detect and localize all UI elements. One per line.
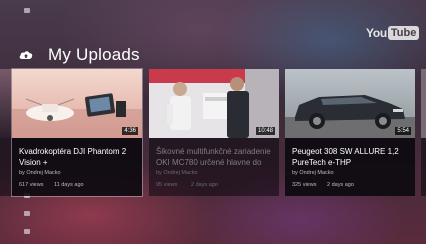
video-title: Kvadrokoptéra DJI Phantom 2 Vision +	[19, 147, 127, 167]
video-thumbnail	[421, 69, 426, 138]
video-thumbnail: 4:36	[12, 69, 142, 138]
youtube-tv-screen: My Uploads You Tube 4:36 Kvadrokoptéra D…	[0, 0, 426, 244]
section-title: My Uploads	[48, 45, 140, 64]
video-thumbnail	[0, 69, 12, 138]
logo-you: You	[366, 25, 387, 40]
video-views: 325 views	[292, 182, 317, 188]
menu-icon[interactable]	[24, 211, 30, 216]
video-channel: by Ondrej Macko	[156, 170, 198, 176]
video-duration: 4:36	[122, 127, 138, 135]
video-card-partial-right[interactable]	[421, 69, 426, 196]
video-thumbnail: 10:48	[149, 69, 279, 138]
video-views: 617 views	[19, 182, 44, 188]
video-card[interactable]: 10:48 Šikovné multifunkčné zariadenie OK…	[149, 69, 279, 196]
video-card-partial-left[interactable]	[0, 69, 12, 196]
video-card[interactable]: 4:36 Kvadrokoptéra DJI Phantom 2 Vision …	[11, 68, 143, 197]
video-title: Peugeot 308 SW ALLURE 1,2 PureTech e-THP	[292, 147, 399, 167]
menu-icon[interactable]	[24, 229, 30, 234]
video-row: 4:36 Kvadrokoptéra DJI Phantom 2 Vision …	[0, 68, 426, 197]
video-views: 95 views	[156, 182, 178, 188]
video-age: 11 days ago	[54, 182, 84, 188]
video-channel: by Ondrej Macko	[19, 170, 61, 176]
upload-cloud-icon	[19, 51, 33, 59]
home-icon[interactable]	[24, 8, 30, 13]
youtube-logo: You Tube	[366, 24, 420, 41]
video-age: 2 days ago	[327, 182, 354, 188]
video-age: 2 days ago	[191, 182, 218, 188]
video-card[interactable]: 5:54 Peugeot 308 SW ALLURE 1,2 PureTech …	[285, 69, 415, 196]
video-channel: by Ondrej Macko	[292, 170, 334, 176]
section-header: My Uploads	[18, 44, 140, 66]
video-duration: 10:48	[255, 127, 275, 135]
video-thumbnail: 5:54	[285, 69, 415, 138]
video-duration: 5:54	[395, 127, 411, 135]
video-title: Šikovné multifunkčné zariadenie OKI MC78…	[156, 147, 271, 167]
logo-tube: Tube	[387, 25, 420, 40]
